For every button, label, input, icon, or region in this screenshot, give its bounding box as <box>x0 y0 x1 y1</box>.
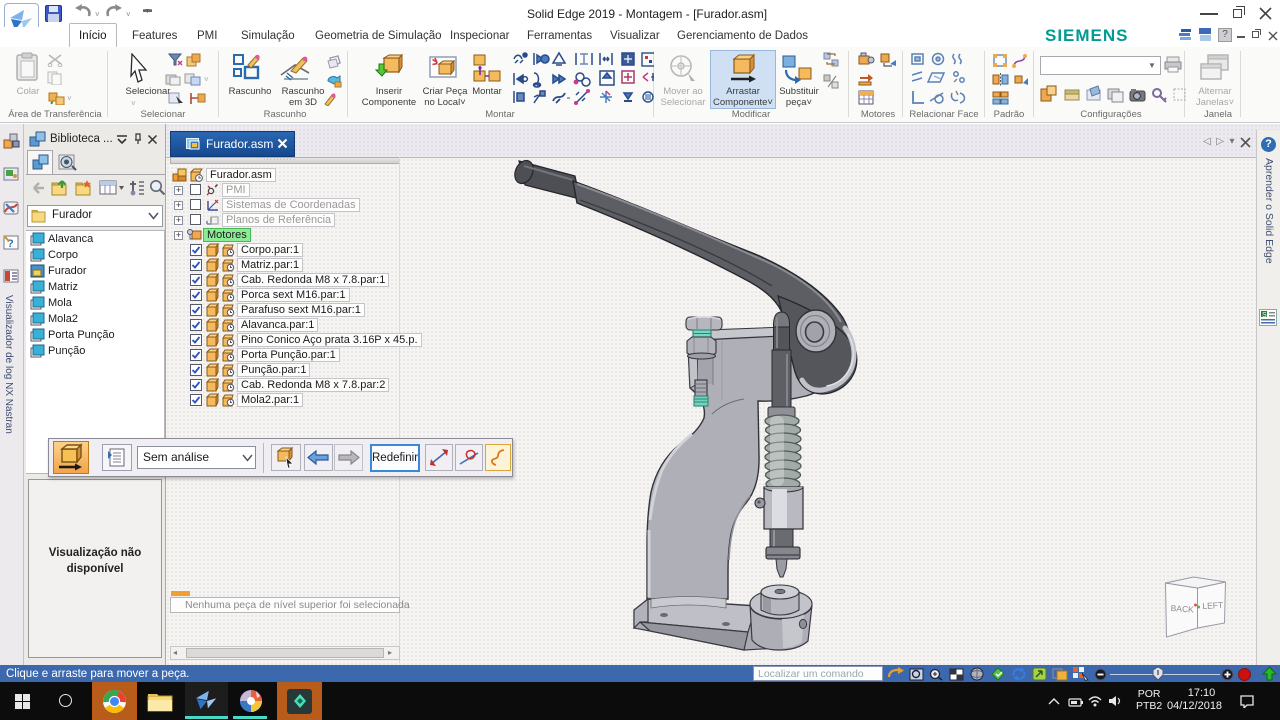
svg-text:LEFT: LEFT <box>1202 600 1223 611</box>
svg-text:BACK: BACK <box>1170 603 1194 615</box>
svg-text:S: S <box>1262 312 1267 319</box>
